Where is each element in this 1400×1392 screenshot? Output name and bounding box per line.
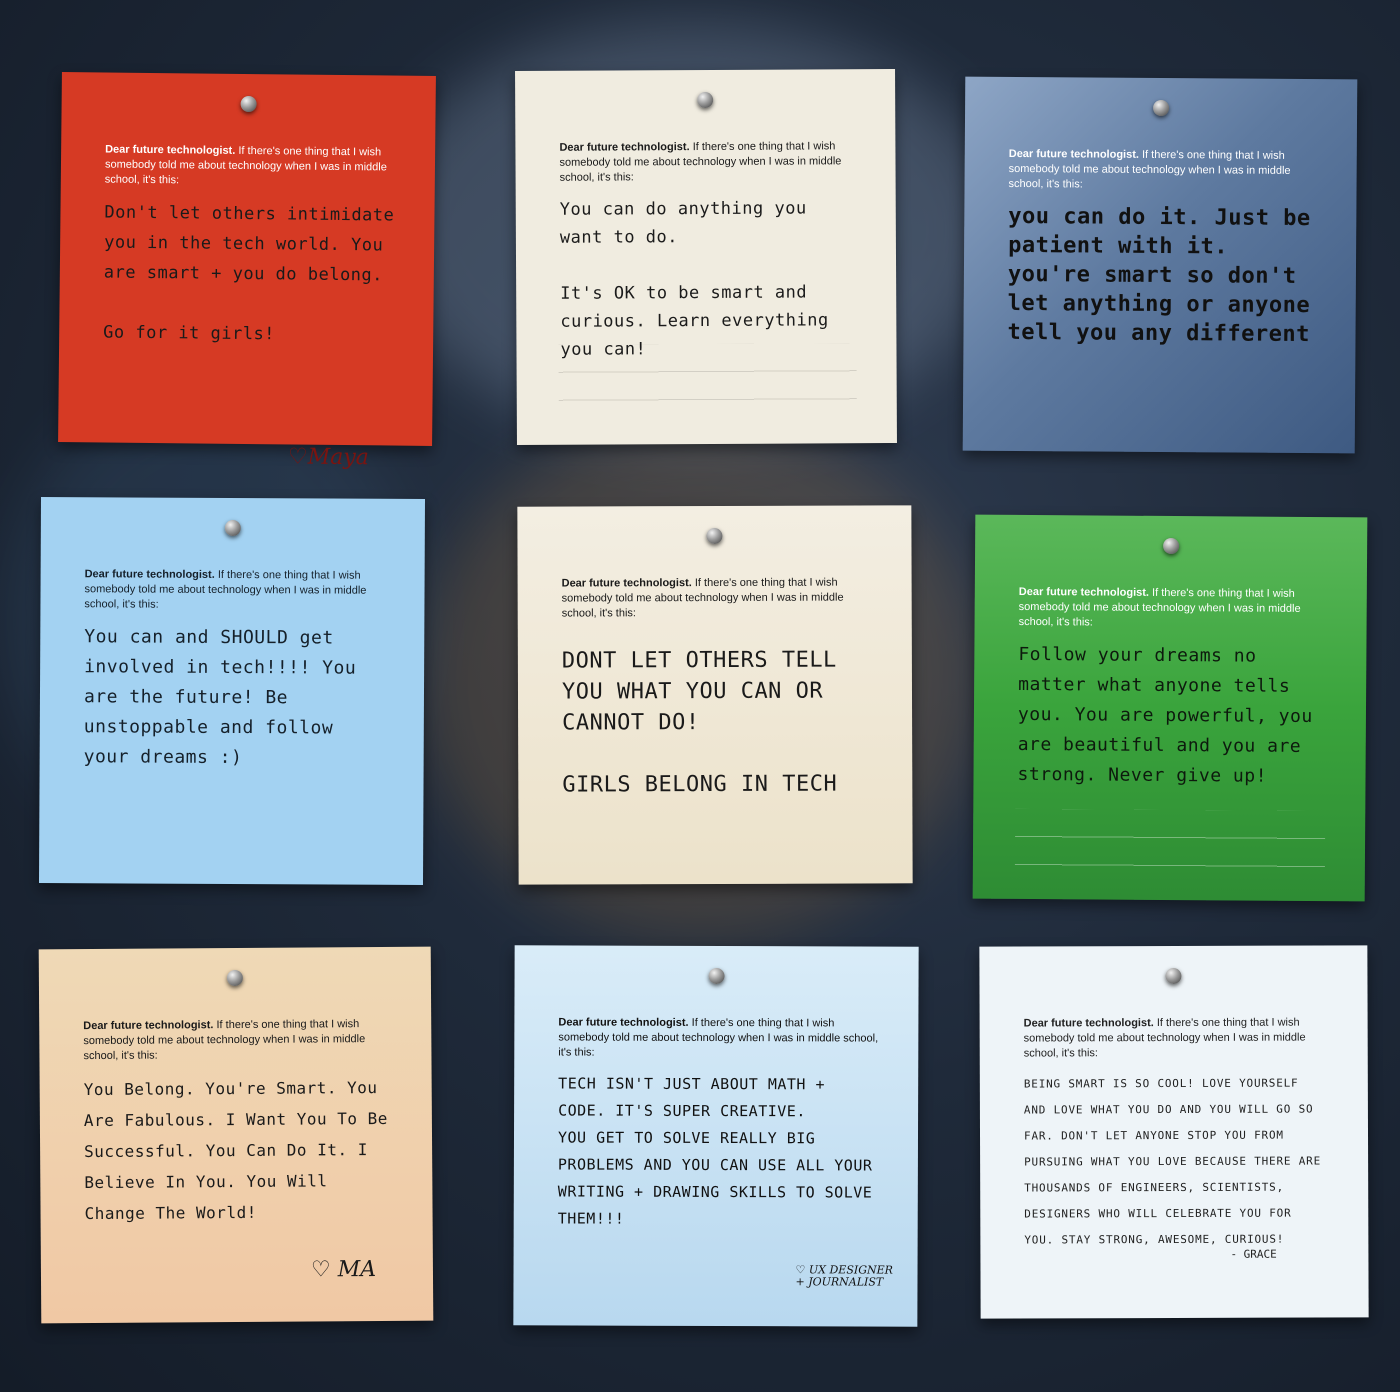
sticky-note: Dear future technologist. If there's one… [972,514,1368,902]
ruled-lines [1014,808,1326,882]
note-message: BEING SMART IS SO COOL! LOVE YOURSELF AN… [1023,1076,1322,1247]
pushpin-icon [240,95,257,113]
pushpin-icon [224,519,241,537]
note-prompt: Dear future technologist. If there's one… [561,576,844,620]
note-message: TECH ISN'T JUST ABOUT MATH + CODE. IT'S … [557,1074,873,1228]
pushpin-icon [1153,99,1170,117]
note-prompt: Dear future technologist. If there's one… [558,1016,879,1059]
note-message: Don't let others intimidate you in the t… [103,202,395,345]
sticky-note-board: Dear future technologist. If there's one… [0,0,1400,1392]
sticky-note: Dear future technologist. If there's one… [513,945,919,1327]
note-prompt: Dear future technologist. If there's one… [559,140,842,184]
note-prompt: Dear future technologist. If there's one… [1008,147,1291,191]
note-prompt: Dear future technologist. If there's one… [104,143,387,187]
note-prompt: Dear future technologist. If there's one… [1023,1016,1306,1060]
note-signature: - GRACE [1230,1247,1277,1261]
pushpin-icon [708,967,725,985]
note-signature: ♡Maya [287,444,369,471]
note-message: you can do it. Just be patient with it. … [1007,203,1311,348]
pushpin-icon [1165,967,1182,985]
note-signature: ♡ UX DESIGNER + JOURNALIST [795,1263,893,1289]
pushpin-icon [706,527,723,545]
pushpin-icon [1163,537,1180,555]
note-prompt: Dear future technologist. If there's one… [84,568,367,611]
sticky-note: Dear future technologist. If there's one… [517,505,913,885]
ruled-lines [558,343,857,425]
pushpin-icon [226,969,243,987]
sticky-note: Dear future technologist. If there's one… [58,72,436,470]
sticky-note: Dear future technologist. If there's one… [515,69,897,445]
note-prompt: Dear future technologist. If there's one… [83,1018,366,1063]
pushpin-icon [697,91,714,109]
note-message: You can do anything you want to do. It's… [559,198,829,359]
note-prompt: Dear future technologist. If there's one… [1018,585,1301,629]
note-message: You can and SHOULD get involved in tech!… [83,626,357,769]
note-signature: ♡ MA [310,1257,377,1283]
note-message: Follow your dreams no matter what anyone… [1017,643,1313,787]
note-message: DONT LET OTHERS TELL YOU WHAT YOU CAN OR… [561,647,838,798]
sticky-note: Dear future technologist. If there's one… [962,76,1358,454]
sticky-note: Dear future technologist. If there's one… [38,496,426,886]
sticky-note: Dear future technologist. If there's one… [979,945,1369,1319]
note-message: You Belong. You're Smart. You Are Fabulo… [83,1078,388,1224]
sticky-note: Dear future technologist. If there's one… [38,946,434,1324]
